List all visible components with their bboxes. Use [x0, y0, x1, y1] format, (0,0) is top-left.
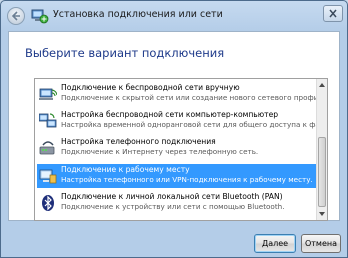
option-title: Подключение к рабочему месту [61, 165, 190, 174]
close-button[interactable] [323, 5, 343, 22]
next-button[interactable]: Далее [254, 234, 296, 253]
dialup-modem-icon [39, 141, 55, 155]
option-description: Подключение к устройству или сети с помо… [61, 202, 285, 211]
wireless-network-icon [39, 88, 57, 100]
back-arrow-icon [11, 11, 20, 21]
option-description: Настройка временной одноранговой сети дл… [61, 120, 327, 129]
scroll-up-arrow-icon[interactable] [317, 80, 327, 90]
bluetooth-icon [42, 195, 54, 211]
cancel-button[interactable]: Отмена [301, 234, 341, 253]
scroll-thumb[interactable] [318, 137, 326, 207]
option-dialup[interactable]: Настройка телефонного подключения Подклю… [37, 136, 316, 160]
option-bluetooth-pan[interactable]: Подключение к личной локальной сети Blue… [37, 191, 316, 215]
dialog-footer: Далее Отмена [1, 222, 347, 257]
scroll-down-arrow-icon[interactable] [317, 209, 327, 219]
option-description: Подключение к Интернету через телефонную… [61, 147, 259, 156]
workplace-connection-icon [39, 169, 57, 184]
back-button[interactable] [7, 7, 25, 25]
option-title: Настройка телефонного подключения [61, 137, 216, 146]
window-title: Установка подключения или сети [53, 9, 223, 20]
option-ad-hoc-network[interactable]: Настройка беспроводной сети компьютер-ко… [37, 109, 327, 133]
title-bar[interactable]: Установка подключения или сети [1, 1, 347, 31]
list-scrollbar[interactable] [316, 79, 327, 220]
page-heading: Выберите вариант подключения [25, 46, 225, 60]
content-panel: Выберите вариант подключения Подключение… [8, 31, 340, 221]
option-title: Подключение к личной локальной сети Blue… [61, 192, 283, 201]
close-icon [329, 9, 337, 18]
option-title: Подключение к беспроводной сети вручную [61, 83, 240, 92]
option-description: Настройка телефонного или VPN-подключени… [61, 175, 313, 184]
network-setup-icon [31, 9, 49, 24]
option-workplace[interactable]: Подключение к рабочему месту Настройка т… [37, 164, 316, 188]
connection-options-list[interactable]: Подключение к беспроводной сети вручную … [34, 78, 328, 221]
option-title: Настройка беспроводной сети компьютер-ко… [61, 110, 279, 119]
dialog-window: Установка подключения или сети Выберите … [0, 0, 348, 258]
option-description: Подключение к скрытой сети или создание … [61, 93, 328, 102]
computer-to-computer-icon [39, 113, 57, 128]
option-manual-wireless[interactable]: Подключение к беспроводной сети вручную … [37, 82, 327, 106]
